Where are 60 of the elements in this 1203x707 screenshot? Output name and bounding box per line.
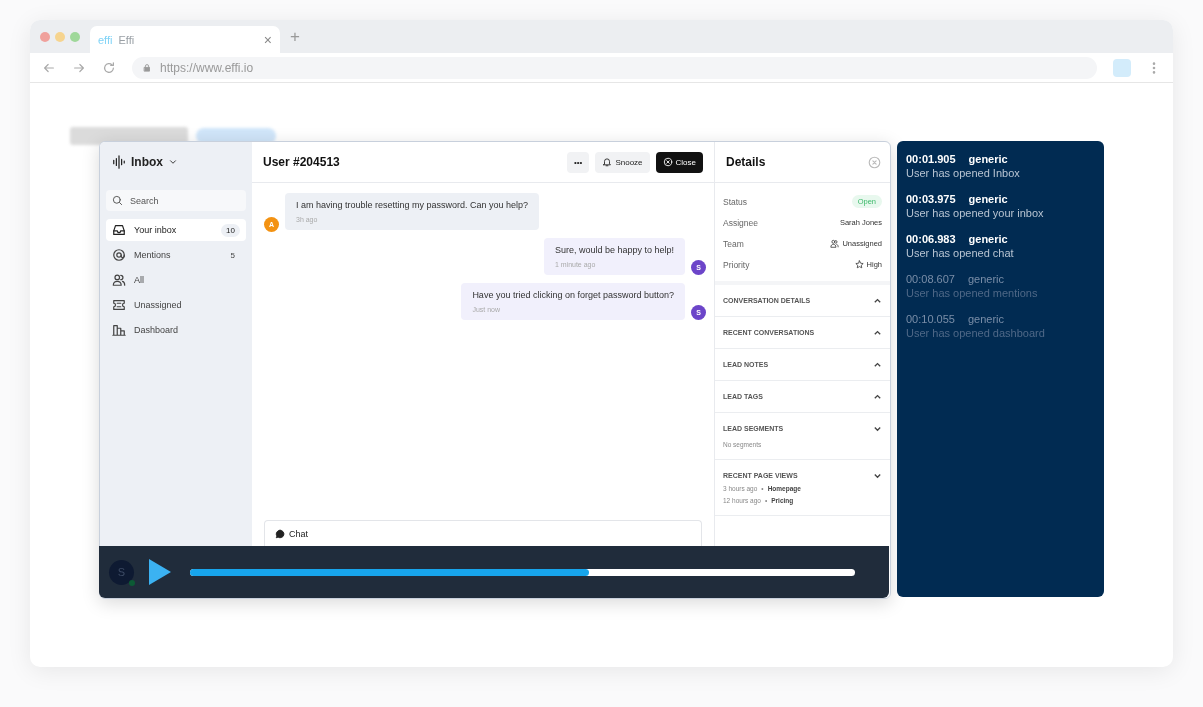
sidebar-item[interactable]: Dashboard	[106, 319, 246, 341]
snooze-button[interactable]: Snooze	[595, 151, 650, 173]
ticket-icon	[112, 298, 126, 312]
chevron-icon[interactable]	[873, 471, 882, 480]
more-button[interactable]: •••	[567, 151, 590, 173]
event-time: 00:03.975	[906, 193, 956, 205]
event-text: User has opened chat	[906, 247, 1015, 259]
close-circle-icon	[662, 157, 673, 167]
event-text: User has opened Inbox	[906, 167, 1021, 179]
chevron-icon[interactable]	[873, 392, 882, 401]
waveform-icon	[112, 155, 126, 169]
event-time: 00:08.607	[906, 273, 955, 285]
event-type: generic	[968, 193, 1008, 205]
event-type: generic	[968, 153, 1008, 165]
speech-bubble-icon	[275, 529, 285, 539]
field-label: Assignee	[723, 217, 758, 228]
search-field[interactable]: Search	[106, 190, 246, 211]
sidebar-item[interactable]: Unassigned	[106, 294, 246, 316]
close-button[interactable]: Close	[655, 151, 703, 173]
tab-title: Effi	[118, 33, 136, 46]
people-icon	[830, 239, 840, 248]
inbox-title[interactable]: Inbox	[131, 155, 163, 169]
people-icon	[112, 273, 126, 287]
sidebar-item[interactable]: Your inbox 10	[106, 219, 246, 241]
inbox-icon	[112, 223, 126, 237]
browser-tab[interactable]: effi Effi ×	[90, 26, 280, 53]
tab-logo: effi	[98, 33, 113, 46]
event-text: User has opened mentions	[906, 287, 1039, 299]
chevron-icon[interactable]	[873, 360, 882, 369]
chevron-icon[interactable]	[873, 296, 882, 305]
sidebar-item[interactable]: Mentions 5	[106, 244, 246, 266]
reload-icon	[102, 60, 116, 75]
details-title: Details	[726, 155, 766, 169]
event-type: generic	[967, 273, 1004, 285]
star-icon	[854, 260, 864, 269]
sidebar-item[interactable]: All	[106, 269, 246, 291]
search-icon	[112, 195, 123, 206]
event-type: generic	[968, 233, 1008, 245]
event-time: 00:06.983	[906, 233, 956, 245]
at-icon	[112, 248, 126, 262]
field-label: Priority	[723, 259, 750, 270]
event-time: 00:01.905	[906, 153, 956, 165]
event-text: User has opened your inbox	[906, 207, 1045, 219]
progress-track[interactable]	[190, 568, 855, 576]
chart-icon	[112, 323, 126, 337]
field-label: Status	[723, 196, 748, 207]
chevron-icon[interactable]	[873, 328, 882, 337]
chevron-icon	[168, 157, 178, 167]
lock-icon	[142, 62, 152, 73]
bell-icon	[602, 157, 613, 167]
close-icon	[868, 155, 881, 169]
conversation-title: User #204513	[263, 155, 341, 169]
close-tab-button[interactable]: ×	[263, 31, 272, 48]
chevron-icon[interactable]	[873, 424, 882, 433]
field-label: Team	[723, 238, 744, 249]
chat-tab[interactable]: Chat	[275, 529, 308, 539]
event-type: generic	[967, 313, 1004, 325]
event-time: 00:10.055	[906, 313, 955, 325]
play-icon[interactable]	[148, 558, 172, 586]
event-text: User has opened dashboard	[906, 327, 1046, 339]
